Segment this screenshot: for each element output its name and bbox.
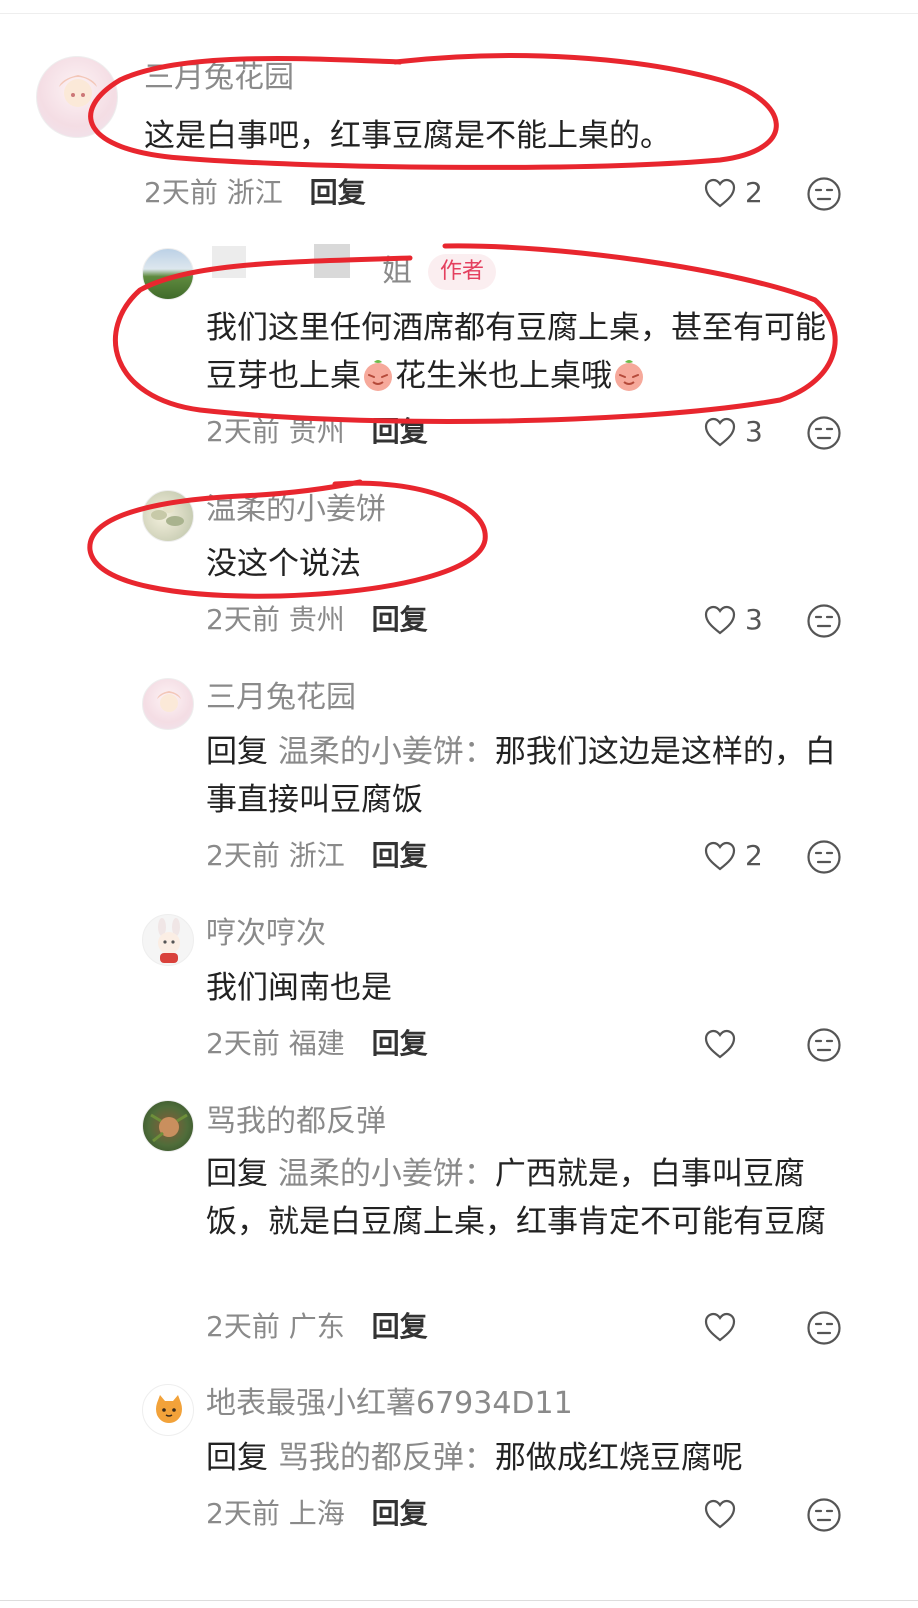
comment-time: 2天前 — [206, 839, 280, 872]
like-button[interactable]: 2 — [703, 836, 783, 876]
avatar[interactable] — [142, 1100, 194, 1152]
meh-face-icon — [807, 1028, 841, 1062]
meh-face-icon — [807, 840, 841, 874]
dislike-button[interactable] — [806, 839, 842, 875]
blurred-username — [314, 244, 350, 278]
comment-username[interactable]: 温柔的小姜饼 — [206, 490, 386, 530]
reply-target[interactable]: 温柔的小姜饼： — [278, 1156, 495, 1192]
comment-meta: 2天前 广东 回复 — [206, 1307, 428, 1347]
meh-face-icon — [807, 1498, 841, 1532]
like-button[interactable] — [703, 1024, 783, 1064]
like-count: 3 — [745, 415, 763, 448]
heart-icon — [704, 1312, 736, 1342]
comment-meta: 2天前 福建 回复 — [206, 1024, 428, 1064]
comment-time: 2天前 — [206, 415, 280, 448]
dislike-button[interactable] — [806, 415, 842, 451]
comment-username[interactable]: 三月兔花园 — [206, 678, 356, 718]
comment-text[interactable]: 回复 骂我的都反弹：那做成红烧豆腐呢 — [206, 1434, 856, 1482]
author-badge: 作者 — [428, 254, 497, 290]
like-button[interactable] — [703, 1307, 783, 1347]
dislike-button[interactable] — [806, 603, 842, 639]
heart-icon — [704, 605, 736, 635]
meh-face-icon — [807, 604, 841, 638]
meh-face-icon — [807, 416, 841, 450]
heart-icon — [704, 417, 736, 447]
heart-icon — [704, 1029, 736, 1059]
peach-emoji-icon — [361, 358, 395, 392]
comment-username[interactable]: 三月兔花园 — [144, 58, 294, 98]
comment-meta: 2天前 浙江 回复 — [144, 173, 366, 213]
comment-username[interactable]: 骂我的都反弹 — [206, 1102, 386, 1142]
reply-prefix: 回复 — [206, 734, 268, 770]
avatar[interactable] — [142, 914, 194, 966]
reply-button[interactable]: 回复 — [310, 176, 366, 209]
like-count: 2 — [745, 839, 763, 872]
top-divider — [0, 13, 918, 14]
comment-time: 2天前 — [206, 1497, 280, 1530]
comment-text-part: 花生米也上桌哦 — [395, 358, 612, 394]
comment-meta: 2天前 上海 回复 — [206, 1494, 428, 1534]
reply-button[interactable]: 回复 — [372, 839, 428, 872]
avatar[interactable] — [142, 490, 194, 542]
comment-time: 2天前 — [206, 1310, 280, 1343]
meh-face-icon — [807, 177, 841, 211]
comment-text[interactable]: 回复 温柔的小姜饼：那我们这边是这样的，白事直接叫豆腐饭 — [206, 728, 856, 824]
dislike-button[interactable] — [806, 1497, 842, 1533]
reply-button[interactable]: 回复 — [372, 1027, 428, 1060]
comment-username[interactable]: 姐 — [382, 252, 412, 292]
comment-time: 2天前 — [144, 176, 218, 209]
avatar[interactable] — [142, 1384, 194, 1436]
comment-location: 福建 — [288, 1027, 345, 1060]
dislike-button[interactable] — [806, 1027, 842, 1063]
comment-location: 浙江 — [226, 176, 283, 209]
reply-target[interactable]: 温柔的小姜饼： — [278, 734, 495, 770]
meh-face-icon — [807, 1311, 841, 1345]
blurred-username — [212, 246, 246, 278]
comment-text[interactable]: 没这个说法 — [206, 540, 856, 588]
comment-text-part: 那做成红烧豆腐呢 — [494, 1440, 743, 1476]
peach-emoji-icon — [612, 358, 646, 392]
like-button[interactable]: 2 — [703, 173, 783, 213]
dislike-button[interactable] — [806, 176, 842, 212]
comment-text[interactable]: 这是白事吧，红事豆腐是不能上桌的。 — [144, 112, 844, 160]
reply-button[interactable]: 回复 — [372, 603, 428, 636]
heart-icon — [704, 178, 736, 208]
comment-meta: 2天前 贵州 回复 — [206, 600, 428, 640]
like-count: 2 — [745, 176, 763, 209]
comment-text[interactable]: 回复 温柔的小姜饼：广西就是，白事叫豆腐饭，就是白豆腐上桌，红事肯定不可能有豆腐 — [206, 1150, 851, 1246]
comment-time: 2天前 — [206, 603, 280, 636]
dislike-button[interactable] — [806, 1310, 842, 1346]
avatar[interactable] — [142, 678, 194, 730]
comment-location: 贵州 — [288, 415, 345, 448]
comment-meta: 2天前 浙江 回复 — [206, 836, 428, 876]
like-button[interactable] — [703, 1494, 783, 1534]
comment-location: 浙江 — [288, 839, 345, 872]
comment-location: 广东 — [288, 1310, 345, 1343]
comment-time: 2天前 — [206, 1027, 280, 1060]
comment-meta: 2天前 贵州 回复 — [206, 412, 428, 452]
comment-text[interactable]: 我们这里任何酒席都有豆腐上桌，甚至有可能豆芽也上桌 花生米也上桌哦 — [206, 304, 846, 400]
comment-text[interactable]: 我们闽南也是 — [206, 964, 856, 1012]
like-button[interactable]: 3 — [703, 600, 783, 640]
comment-location: 贵州 — [288, 603, 345, 636]
avatar[interactable] — [142, 248, 194, 300]
like-count: 3 — [745, 603, 763, 636]
reply-prefix: 回复 — [206, 1156, 268, 1192]
avatar[interactable] — [36, 56, 118, 138]
reply-button[interactable]: 回复 — [372, 415, 428, 448]
heart-icon — [704, 841, 736, 871]
reply-button[interactable]: 回复 — [372, 1497, 428, 1530]
comment-location: 上海 — [288, 1497, 345, 1530]
heart-icon — [704, 1499, 736, 1529]
comment-username[interactable]: 地表最强小红薯67934D11 — [206, 1384, 573, 1424]
reply-button[interactable]: 回复 — [372, 1310, 428, 1343]
reply-prefix: 回复 — [206, 1440, 268, 1476]
like-button[interactable]: 3 — [703, 412, 783, 452]
reply-target[interactable]: 骂我的都反弹： — [278, 1440, 495, 1476]
comment-username[interactable]: 哼次哼次 — [206, 914, 326, 954]
bottom-divider — [0, 1600, 918, 1601]
